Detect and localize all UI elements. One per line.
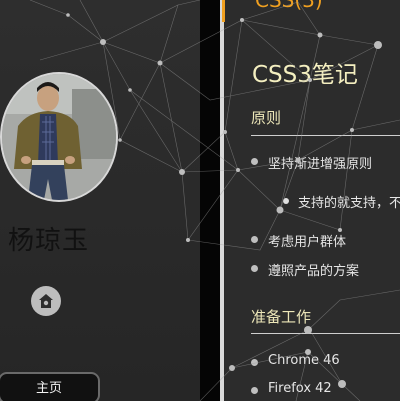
home-icon[interactable] bbox=[31, 286, 61, 316]
list-item: Firefox 42 bbox=[268, 381, 332, 396]
house-shape bbox=[39, 294, 53, 308]
list-item: 支持的就支持，不 bbox=[298, 196, 400, 211]
list-item: 考虑用户群体 bbox=[268, 235, 347, 250]
page-title: CSS3笔记 bbox=[252, 62, 358, 88]
list-item: Chrome 46 bbox=[268, 353, 340, 368]
profile-photo bbox=[2, 74, 116, 200]
panel-divider-edge bbox=[220, 0, 224, 401]
user-name: 杨琼玉 bbox=[8, 226, 90, 256]
list-item: 坚持渐进增强原则 bbox=[268, 157, 373, 172]
bullet-icon bbox=[251, 387, 258, 394]
bullet-icon bbox=[251, 265, 258, 272]
bullet-icon bbox=[251, 236, 258, 243]
nav-home-button[interactable]: 主页 bbox=[0, 372, 100, 401]
sidebar: 杨琼玉 主页 bbox=[0, 0, 200, 401]
top-title: CSS(3) bbox=[255, 0, 323, 12]
section-heading-principles: 原则 bbox=[251, 109, 282, 127]
list-item: 遵照产品的方案 bbox=[268, 264, 360, 279]
bullet-icon bbox=[251, 359, 258, 366]
avatar[interactable] bbox=[0, 72, 118, 202]
panel-divider bbox=[200, 0, 220, 401]
section-heading-preparation: 准备工作 bbox=[251, 308, 312, 326]
section-rule bbox=[251, 333, 400, 334]
page: 杨琼玉 主页 CSS(3) CSS3笔记 原则 坚持渐进增强原则 支持的就支持，… bbox=[0, 0, 400, 401]
bullet-icon bbox=[251, 158, 258, 165]
bullet-icon bbox=[283, 198, 289, 204]
section-rule bbox=[251, 135, 400, 136]
